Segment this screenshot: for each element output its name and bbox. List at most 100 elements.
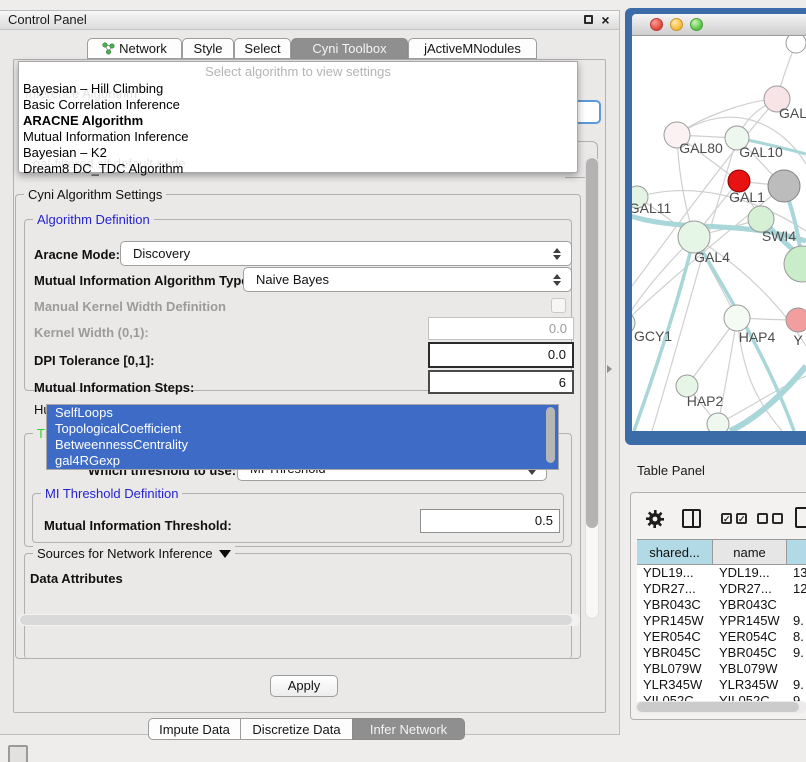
table-row[interactable]: YBR045CYBR045C9. bbox=[637, 645, 806, 661]
zoom-traffic-icon[interactable] bbox=[690, 18, 703, 31]
mi-type-combo[interactable]: Naive Bayes bbox=[243, 267, 572, 292]
table-cell[interactable]: YDR27... bbox=[713, 581, 787, 597]
table-cell[interactable]: YLR345W bbox=[713, 677, 787, 693]
settings-hscrollbar-thumb[interactable] bbox=[20, 615, 572, 625]
table-row[interactable]: YBL079WYBL079W bbox=[637, 661, 806, 677]
mi-threshold-input[interactable]: 0.5 bbox=[420, 509, 560, 533]
table-cell[interactable]: YBL079W bbox=[637, 661, 713, 677]
network-node[interactable] bbox=[707, 413, 729, 431]
network-node[interactable] bbox=[786, 36, 806, 53]
tab-label: jActiveMNodules bbox=[424, 41, 521, 56]
aracne-mode-label: Aracne Mode: bbox=[34, 247, 120, 263]
tab-select[interactable]: Select bbox=[234, 38, 291, 59]
table-cell[interactable] bbox=[787, 661, 806, 677]
split-columns-icon[interactable] bbox=[682, 509, 701, 528]
manual-kernel-checkbox[interactable] bbox=[551, 298, 566, 313]
network-node[interactable] bbox=[786, 308, 806, 332]
table-hscrollbar-thumb[interactable] bbox=[637, 702, 799, 712]
mi-steps-input[interactable]: 6 bbox=[428, 370, 574, 394]
algorithm-option[interactable]: ARACNE Algorithm bbox=[22, 113, 574, 129]
bottom-tab-discretize-data[interactable]: Discretize Data bbox=[240, 718, 353, 740]
data-attribute-item[interactable]: gal4RGexp bbox=[47, 453, 558, 469]
network-node[interactable] bbox=[784, 246, 806, 282]
table-cell[interactable]: 8. bbox=[787, 629, 806, 645]
document-icon[interactable] bbox=[795, 507, 806, 528]
table-cell[interactable]: YPR145W bbox=[713, 613, 787, 629]
apply-button[interactable]: Apply bbox=[270, 675, 338, 697]
table-row[interactable]: YDL19...YDL19...13 bbox=[637, 565, 806, 581]
dock-icon[interactable] bbox=[8, 745, 28, 762]
table-cell[interactable]: YLR345W bbox=[637, 677, 713, 693]
table-row[interactable]: YER054CYER054C8. bbox=[637, 629, 806, 645]
table-cell[interactable]: YBR045C bbox=[713, 645, 787, 661]
table-cell[interactable]: YER054C bbox=[637, 629, 713, 645]
network-node[interactable] bbox=[768, 170, 800, 202]
bottom-tab-impute-data[interactable]: Impute Data bbox=[148, 718, 241, 740]
table-column-header[interactable]: name bbox=[713, 539, 787, 565]
cyni-algorithm-settings-title: Cyni Algorithm Settings bbox=[24, 187, 166, 202]
gear-icon[interactable] bbox=[645, 509, 665, 529]
table-cell[interactable]: YBR043C bbox=[637, 597, 713, 613]
table-column-header[interactable] bbox=[787, 539, 806, 565]
tab-jactivemnodules[interactable]: jActiveMNodules bbox=[408, 38, 537, 59]
node-table[interactable]: shared...name YDL19...YDL19...13YDR27...… bbox=[637, 539, 806, 705]
network-canvas[interactable]: GALGAL80GAL10GAL1GAL11SWI4GAL4GCY1HAP4YH… bbox=[632, 36, 806, 431]
data-attribute-item[interactable]: TopologicalCoefficient bbox=[47, 421, 558, 437]
network-window-titlebar[interactable] bbox=[632, 14, 806, 36]
control-panel-titlebar[interactable]: Control Panel × bbox=[0, 11, 619, 30]
close-traffic-icon[interactable] bbox=[650, 18, 663, 31]
table-cell[interactable]: YBR043C bbox=[713, 597, 787, 613]
tab-label: Select bbox=[244, 41, 280, 56]
aracne-mode-combo[interactable]: Discovery bbox=[120, 241, 572, 266]
network-node-label: GAL bbox=[779, 105, 806, 121]
network-edge[interactable] bbox=[730, 366, 806, 431]
table-cell[interactable]: 9. bbox=[787, 645, 806, 661]
algorithm-option[interactable]: Bayesian – K2 bbox=[22, 145, 574, 161]
table-cell[interactable]: 9. bbox=[787, 613, 806, 629]
table-cell[interactable]: YDL19... bbox=[713, 565, 787, 581]
table-cell[interactable]: YDL19... bbox=[637, 565, 713, 581]
tab-network[interactable]: Network bbox=[87, 38, 182, 59]
table-cell[interactable] bbox=[787, 597, 806, 613]
table-cell[interactable]: 9. bbox=[787, 677, 806, 693]
float-icon[interactable] bbox=[582, 14, 595, 27]
table-cell[interactable]: 12 bbox=[787, 581, 806, 597]
table-row[interactable]: YDR27...YDR27...12 bbox=[637, 581, 806, 597]
network-node[interactable] bbox=[724, 305, 750, 331]
table-cell[interactable]: YER054C bbox=[713, 629, 787, 645]
data-attribute-item[interactable]: SelfLoops bbox=[47, 405, 558, 421]
sources-title[interactable]: Sources for Network Inference bbox=[33, 546, 235, 561]
algorithm-option[interactable]: Mutual Information Inference bbox=[22, 129, 574, 145]
minimize-traffic-icon[interactable] bbox=[670, 18, 683, 31]
kernel-width-input[interactable]: 0.0 bbox=[428, 317, 574, 340]
table-cell[interactable]: YPR145W bbox=[637, 613, 713, 629]
aracne-mode-value: Discovery bbox=[133, 246, 190, 261]
data-attributes-list[interactable]: SelfLoopsTopologicalCoefficientBetweenne… bbox=[46, 404, 559, 470]
unselect-all-columns-icon[interactable] bbox=[757, 513, 783, 524]
table-row[interactable]: YPR145WYPR145W9. bbox=[637, 613, 806, 629]
tab-style[interactable]: Style bbox=[182, 38, 234, 59]
data-attribute-item[interactable]: BetweennessCentrality bbox=[47, 437, 558, 453]
network-view[interactable]: GALGAL80GAL10GAL1GAL11SWI4GAL4GCY1HAP4YH… bbox=[632, 36, 806, 431]
dpi-tolerance-input[interactable]: 0.0 bbox=[428, 342, 574, 368]
algorithm-option[interactable]: Dream8 DC_TDC Algorithm bbox=[22, 161, 574, 177]
table-column-header[interactable]: shared... bbox=[637, 539, 713, 565]
spinner-icon[interactable] bbox=[553, 273, 562, 287]
tab-cyni-toolbox[interactable]: Cyni Toolbox bbox=[291, 38, 408, 59]
bottom-tab-infer-network[interactable]: Infer Network bbox=[352, 718, 465, 740]
table-cell[interactable]: YBL079W bbox=[713, 661, 787, 677]
table-cell[interactable]: YBR045C bbox=[637, 645, 713, 661]
spinner-icon[interactable] bbox=[553, 247, 562, 261]
list-scrollbar[interactable] bbox=[546, 407, 555, 463]
table-cell[interactable]: YDR27... bbox=[637, 581, 713, 597]
close-icon[interactable]: × bbox=[599, 14, 612, 27]
settings-scrollbar-thumb[interactable] bbox=[586, 158, 598, 528]
algorithm-option[interactable]: Bayesian – Hill Climbing bbox=[22, 81, 574, 97]
select-all-columns-icon[interactable]: ✓✓ bbox=[721, 513, 747, 524]
table-cell[interactable]: 13 bbox=[787, 565, 806, 581]
splitter-arrow-icon[interactable] bbox=[607, 365, 612, 373]
table-row[interactable]: YLR345WYLR345W9. bbox=[637, 677, 806, 693]
algorithm-option[interactable]: Basic Correlation Inference bbox=[22, 97, 574, 113]
table-row[interactable]: YBR043CYBR043C bbox=[637, 597, 806, 613]
expanded-arrow-icon[interactable] bbox=[219, 550, 231, 558]
